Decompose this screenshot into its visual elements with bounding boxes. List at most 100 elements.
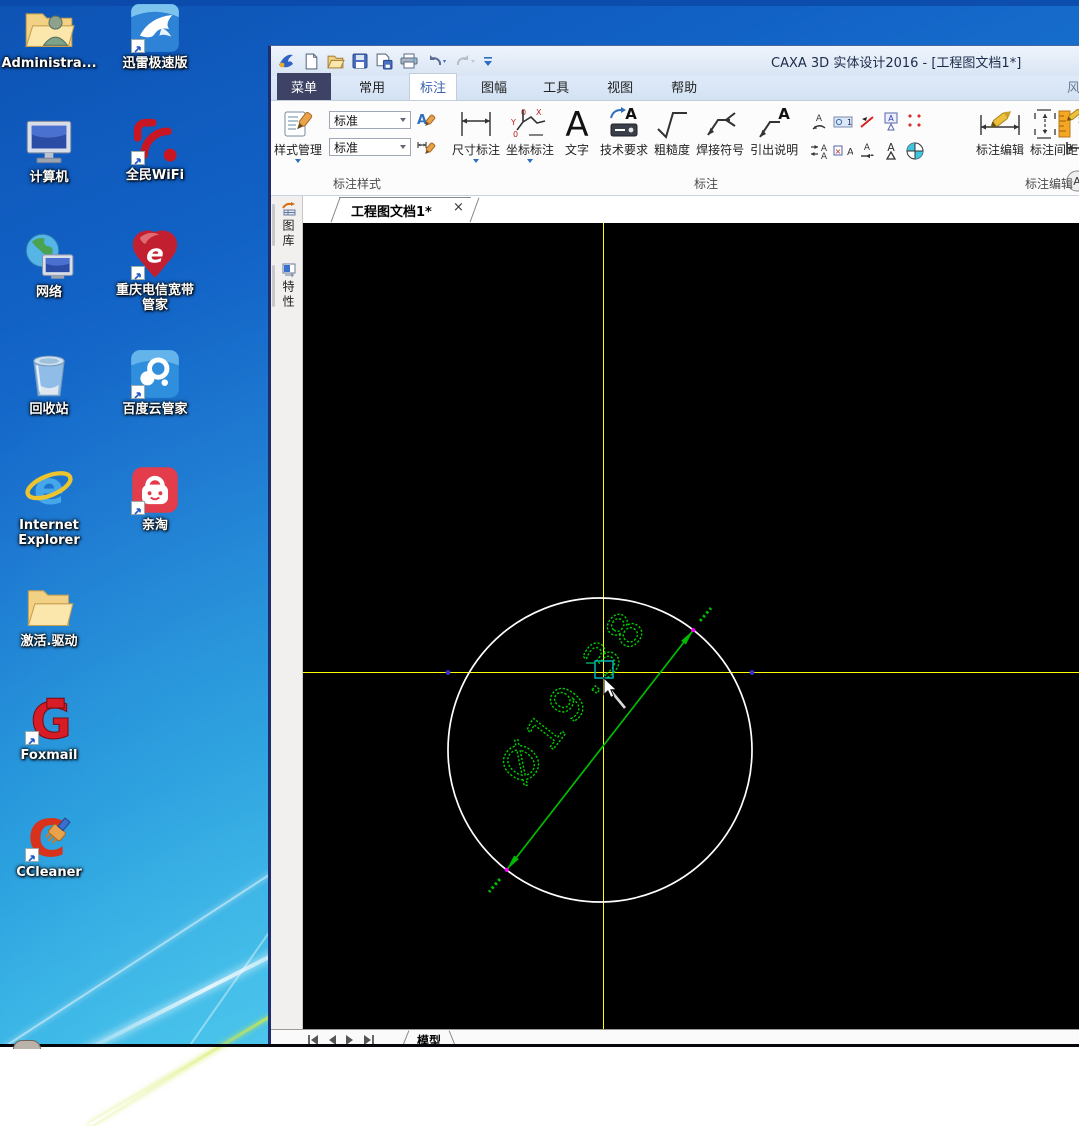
side-tab-strip: 图库 特性: [271, 196, 303, 1029]
svg-text:1: 1: [847, 118, 852, 127]
desktop-icon-label: 百度云管家: [107, 402, 203, 417]
ribbon-group-annotation-style: 样式管理 标准 A 标准: [271, 101, 443, 195]
folder-icon: [23, 580, 75, 632]
svg-text:A: A: [816, 114, 823, 124]
desktop-icon-broadband[interactable]: e 重庆电信宽带管家: [107, 229, 203, 313]
desktop-icon-label: Internet Explorer: [1, 518, 97, 548]
style-manager-icon: [282, 105, 314, 143]
redo-button[interactable]: [454, 53, 476, 69]
desktop-icon-label: 计算机: [1, 170, 97, 185]
datum-symbol-tool[interactable]: A: [881, 138, 901, 164]
desktop-icon-label: 迅雷极速版: [107, 56, 203, 71]
center-marks-tool[interactable]: [905, 109, 925, 135]
side-tab-properties[interactable]: 特性: [277, 263, 300, 310]
slope-tool[interactable]: [857, 109, 877, 135]
desktop-icon-ccleaner[interactable]: C CCleaner: [1, 811, 97, 880]
ribbon-group-annotate: 尺寸标注 0XY0 坐标标注 A 文字 A 技术要求: [443, 101, 969, 195]
foxmail-icon: G: [23, 694, 75, 746]
desktop-icon-internet-explorer[interactable]: e Internet Explorer: [1, 464, 97, 548]
document-tab[interactable]: 工程图文档1* ×: [329, 197, 479, 222]
curved-text-tool[interactable]: A: [809, 109, 829, 135]
tab-style-partial[interactable]: 风格: [1067, 77, 1079, 96]
start-orb-partial[interactable]: [13, 1040, 41, 1049]
combo-dropdown-icon: [400, 118, 406, 122]
svg-text:A: A: [565, 106, 588, 142]
broadband-shield-icon: e: [129, 229, 181, 281]
dimension-edit-button[interactable]: 标注编辑: [973, 101, 1027, 157]
dimension-style-edit-button[interactable]: [415, 137, 437, 157]
tab-sheet[interactable]: 图幅: [471, 74, 517, 100]
diameter-dimension[interactable]: Ø19.38: [489, 598, 711, 892]
save-all-button[interactable]: [375, 53, 393, 70]
center-mark-circle-tool[interactable]: [905, 138, 925, 164]
svg-text:Y: Y: [510, 118, 516, 127]
dimension-icon: [456, 105, 496, 143]
desktop-icon-foxmail[interactable]: G Foxmail: [1, 694, 97, 763]
side-tab-label: 特性: [280, 280, 297, 310]
text-style-edit-button[interactable]: A: [415, 110, 437, 130]
edge-dimension-tool[interactable]: [1065, 139, 1079, 161]
text-style-combo[interactable]: 标准: [329, 111, 411, 129]
roughness-icon: [654, 105, 690, 143]
coordinate-dimension-button[interactable]: 0XY0 坐标标注: [503, 101, 557, 163]
desktop-icon-administrator[interactable]: Administra...: [1, 2, 97, 71]
svg-text:A: A: [888, 114, 894, 123]
internet-explorer-icon: e: [23, 464, 75, 516]
tab-common[interactable]: 常用: [349, 74, 395, 100]
desktop-icon-network[interactable]: 网络: [1, 231, 97, 300]
svg-text:A: A: [821, 152, 828, 160]
leader-note-icon: A: [754, 105, 794, 143]
dimension-style-combo[interactable]: 标准: [329, 138, 411, 156]
intersection-dot: [446, 670, 451, 675]
text-swap-tool[interactable]: AA: [809, 138, 829, 164]
new-document-button[interactable]: [303, 53, 320, 70]
text-box-tool[interactable]: ×A: [833, 138, 853, 164]
tab-help[interactable]: 帮助: [661, 74, 707, 100]
desktop-icon-qintao[interactable]: 亲淘: [107, 464, 203, 533]
save-button[interactable]: [352, 53, 368, 69]
svg-text:e: e: [146, 240, 164, 270]
edit-pencil-tool[interactable]: [1065, 105, 1079, 131]
tab-annotate[interactable]: 标注: [409, 73, 457, 101]
tab-view[interactable]: 视图: [597, 74, 643, 100]
close-document-icon[interactable]: ×: [453, 201, 464, 215]
desktop-icon-quanmin-wifi[interactable]: 全民WiFi: [107, 114, 203, 183]
desktop-icon-label: 亲淘: [107, 518, 203, 533]
svg-text:X: X: [536, 108, 542, 117]
undo-button[interactable]: [425, 53, 447, 69]
title-bar: CAXA 3D 实体设计2016 - [工程图文档1*]: [271, 46, 1079, 76]
text-arrow-tool[interactable]: A: [857, 138, 877, 164]
svg-text:0: 0: [513, 130, 518, 139]
svg-text:A: A: [864, 143, 871, 153]
group-label: 标注样式: [271, 175, 443, 192]
leader-note-button[interactable]: A 引出说明: [747, 101, 801, 157]
xunlei-bird-icon: [129, 2, 181, 54]
desktop-icon-recycle-bin[interactable]: 回收站: [1, 348, 97, 417]
desktop-icon-label: Foxmail: [1, 748, 97, 763]
tab-tools[interactable]: 工具: [533, 74, 579, 100]
drawing-canvas[interactable]: Ø19.38: [303, 223, 1079, 1029]
desktop-icon-drivers-folder[interactable]: 激活.驱动: [1, 580, 97, 649]
weld-symbol-button[interactable]: 焊接符号: [693, 101, 747, 157]
style-manager-button[interactable]: 样式管理: [271, 101, 325, 163]
desktop-icon-computer[interactable]: 计算机: [1, 116, 97, 185]
window-title: CAXA 3D 实体设计2016 - [工程图文档1*]: [771, 52, 1021, 71]
dimension-value-tool[interactable]: 1: [833, 109, 853, 135]
datum-target-tool[interactable]: A: [881, 109, 901, 135]
customize-toolbar-button[interactable]: [483, 54, 493, 68]
open-document-button[interactable]: [327, 53, 345, 70]
text-button[interactable]: A 文字: [557, 101, 597, 157]
svg-text:A: A: [625, 106, 637, 123]
tab-menu[interactable]: 菜单: [277, 73, 331, 100]
side-tab-library[interactable]: 图库: [277, 202, 300, 249]
desktop-icon-baidu-cloud[interactable]: 百度云管家: [107, 348, 203, 417]
desktop-icon-xunlei[interactable]: 迅雷极速版: [107, 2, 203, 71]
technical-requirement-icon: A: [605, 105, 643, 143]
caxa-logo-icon: [276, 51, 296, 71]
print-button[interactable]: [400, 53, 418, 69]
baidu-cloud-icon: [129, 348, 181, 400]
shortcut-arrow-icon: [131, 151, 145, 165]
dimension-button[interactable]: 尺寸标注: [449, 101, 503, 163]
roughness-button[interactable]: 粗糙度: [651, 101, 693, 157]
technical-requirement-button[interactable]: A 技术要求: [597, 101, 651, 157]
